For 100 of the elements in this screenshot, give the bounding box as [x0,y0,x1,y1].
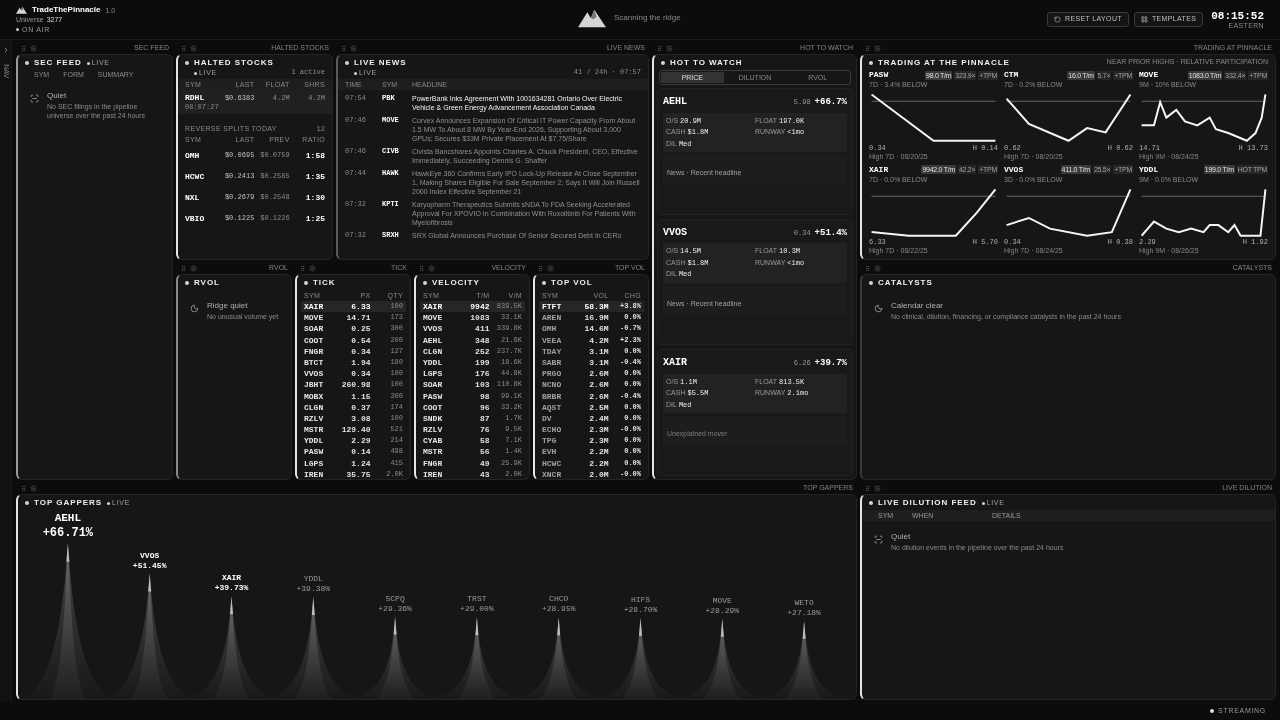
ticker-cell[interactable]: LGPS [420,368,457,380]
ticker-cell[interactable]: SOAR [301,323,338,335]
table-cell-text: 4.2M [588,334,609,346]
table-cell-text: 260.98 [340,379,371,391]
table-cell-text: 49 [478,457,490,469]
ticker-cell[interactable]: XNCR [539,468,576,479]
ticker-cell[interactable]: BTCT [301,356,338,369]
ticker-cell[interactable]: XAIR [301,301,338,313]
ticker-cell[interactable]: MSTR [420,446,457,458]
ticker-cell[interactable]: IREN [301,468,338,479]
ticker-cell[interactable]: YDDL [301,435,338,447]
table-cell-text: 0.34 [350,345,371,357]
panel-title: TOP VOL [551,278,593,288]
table-cell-text: 2.6M [588,379,609,391]
ticker-cell[interactable]: COOT [301,334,338,346]
empty-title: Ridge quiet [207,300,249,312]
ticker-cell[interactable]: PASW [420,390,457,402]
ticker-cell[interactable]: RZLV [420,424,457,436]
table-cell-text: 96 [478,401,490,413]
settings-icon[interactable] [190,44,197,52]
card-change: +66.7% [814,96,847,109]
table-cell-text: 2.6M [588,390,609,402]
ticker-cell[interactable]: FNGR [301,345,338,357]
ticker-cell[interactable]: XAIR [420,301,457,313]
table-cell-text: 3.1M [588,345,609,357]
ticker-cell[interactable]: CLGN [301,401,338,413]
ticker-cell[interactable]: ECHO [539,424,576,436]
ticker-cell[interactable]: TDAY [539,345,576,357]
ticker-cell[interactable]: SNDK [420,412,457,425]
ticker-cell[interactable]: MOBX [301,390,338,402]
ticker-cell[interactable]: SOAR [420,379,457,391]
settings-icon[interactable] [666,44,673,52]
ticker-cell[interactable]: FNGR [420,457,457,469]
panel-title: LIVE NEWS [354,58,407,68]
settings-icon[interactable] [547,264,554,272]
settings-icon[interactable] [30,484,37,492]
table-cell-text: 176 [474,368,490,380]
ticker-cell[interactable]: OMH [539,323,576,335]
settings-icon[interactable] [874,484,881,492]
ticker-cell[interactable]: AREN [539,312,576,324]
card-symbol[interactable]: XAIR [869,164,889,175]
ticker-cell[interactable]: TPG [539,435,576,447]
ticker-cell[interactable]: MOVE [301,312,338,324]
ticker-cell[interactable]: BRBR [539,390,576,402]
tagline: Scanning the ridge [614,12,681,24]
ticker-cell[interactable]: CYAB [420,435,457,447]
ticker-cell[interactable]: PASW [301,446,338,458]
table-cell-text: 2.2M [588,446,609,458]
table-cell-text: 2.3M [588,435,609,447]
table-cell-text: 1083 [469,312,490,324]
table-cell-text: 1.15 [350,390,371,402]
ticker-cell[interactable]: RZLV [301,412,338,425]
ticker-cell[interactable]: MOVE [420,312,457,324]
ticker-cell[interactable]: AQST [539,401,576,413]
card-symbol[interactable]: MOVE [1139,70,1159,80]
gapper-symbol: WETO [794,597,814,608]
panel-title: TRADING AT THE PINNACLE [878,58,1010,68]
table-cell-text: 0.25 [350,323,371,335]
card-symbol[interactable]: PASW [869,70,889,80]
card-symbol[interactable]: VVOS [1004,164,1024,175]
table-cell-text: 103 [474,379,490,391]
ticker-cell[interactable]: VVOS [301,368,338,380]
settings-icon[interactable] [350,44,357,52]
settings-icon[interactable] [309,264,316,272]
settings-icon[interactable] [190,264,197,272]
card-symbol[interactable]: YDDL [1139,164,1159,175]
settings-icon[interactable] [428,264,435,272]
table-cell-text: 0.14 [350,446,371,458]
table-cell-text: 3.08 [350,412,371,425]
ticker-cell[interactable]: SABR [539,356,576,369]
table-cell-text: 1:58 [304,149,325,162]
ticker-cell[interactable]: EVH [539,446,576,458]
settings-icon[interactable] [874,264,881,272]
ticker-cell[interactable]: JBHT [301,379,338,391]
gapper-symbol: CHCO [549,594,569,605]
settings-icon[interactable] [874,44,881,52]
table-cell: 6.33 [338,301,371,313]
table-cell-text: 14.6M [583,323,609,335]
ticker-cell[interactable]: NCNO [539,379,576,391]
card-symbol[interactable]: CTM [1004,70,1019,80]
ticker-cell[interactable]: FTFT [539,301,576,313]
settings-icon[interactable] [30,44,37,52]
ticker-cell[interactable]: HCWC [539,457,576,469]
moon-icon [874,304,883,313]
ticker-cell[interactable]: PRGO [539,368,576,380]
scan-icon [874,535,883,544]
ticker-cell[interactable]: COOT [420,401,457,413]
ticker-cell[interactable]: AEHL [420,334,457,346]
table-cell-text: 2.4M [588,412,609,425]
ticker-cell[interactable]: CLGN [420,345,457,357]
ticker-cell[interactable]: YDDL [420,356,457,369]
ticker-cell[interactable]: VEEA [539,334,576,346]
card-symbol: XAIR [663,356,687,371]
ticker-cell[interactable]: DV [539,412,576,425]
ticker-cell[interactable]: IREN [420,468,457,479]
ticker-cell[interactable]: LGPS [301,457,338,469]
ticker-cell-text: OMH [185,149,201,162]
ticker-cell[interactable]: MSTR [301,424,338,436]
ticker-cell[interactable]: VVOS [420,323,457,335]
table-cell-text: 1.94 [350,356,371,369]
